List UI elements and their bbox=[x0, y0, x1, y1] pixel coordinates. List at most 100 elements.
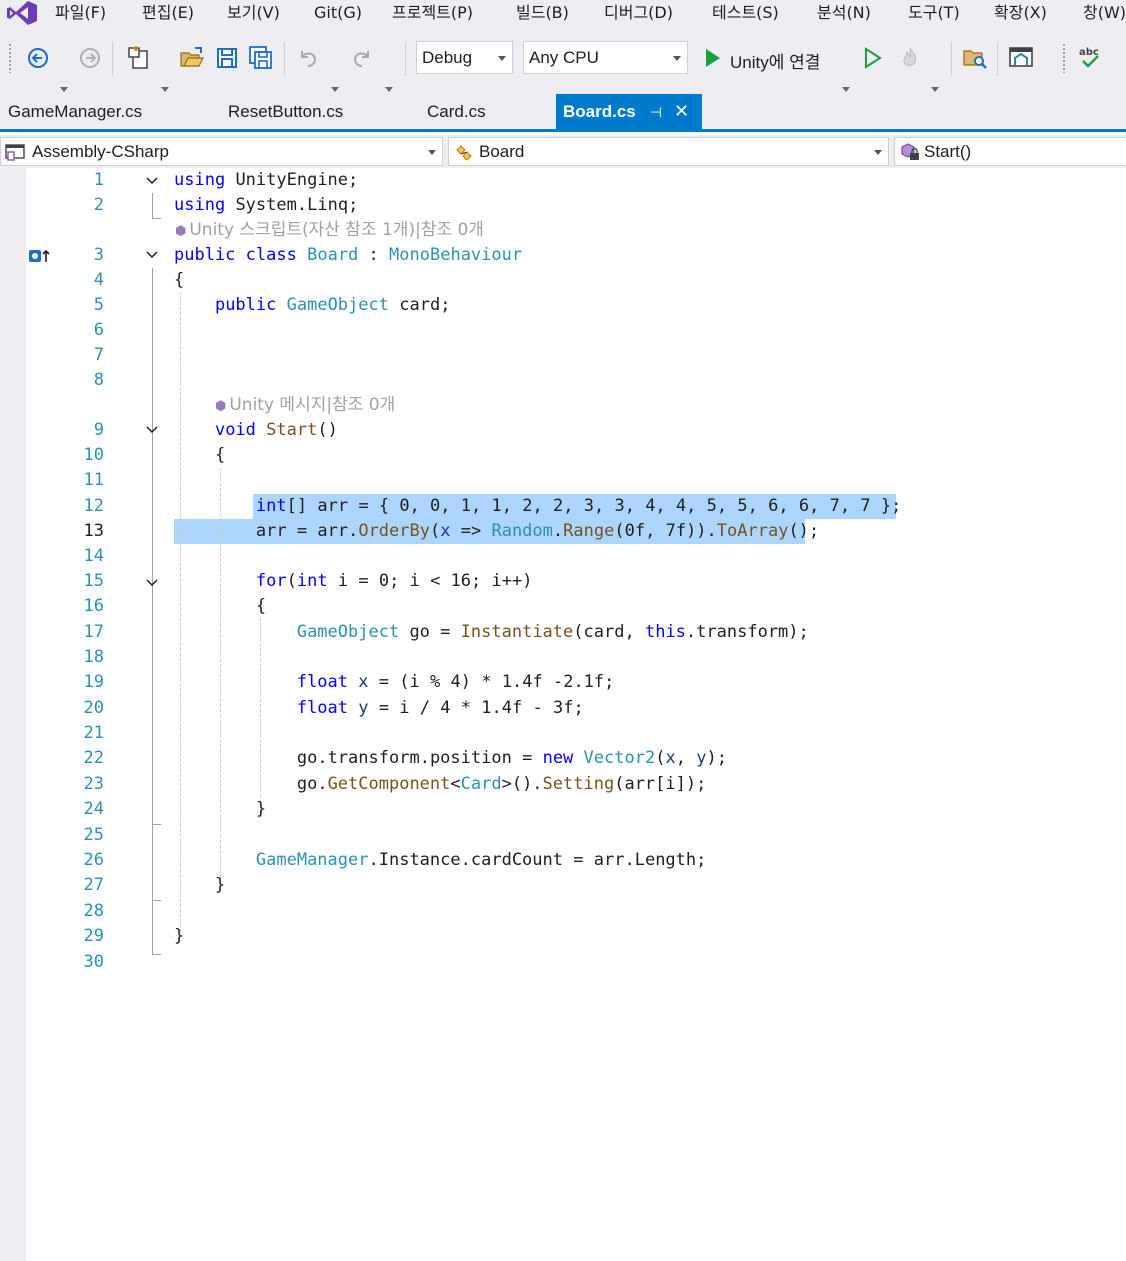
fold-end-mark bbox=[152, 218, 161, 219]
code-line[interactable]: public GameObject card; bbox=[174, 293, 450, 318]
chevron-down-icon bbox=[673, 56, 681, 61]
code-line[interactable]: float y = i / 4 * 1.4f - 3f; bbox=[174, 696, 584, 721]
menu-extensions[interactable]: 확장(X) bbox=[994, 3, 1047, 23]
save-all-icon[interactable] bbox=[247, 44, 275, 72]
unity-message-glyph-icon[interactable] bbox=[28, 248, 50, 264]
new-project-dropdown-icon[interactable] bbox=[161, 87, 169, 92]
toolbar-grip[interactable] bbox=[8, 43, 12, 73]
code-line[interactable]: public class Board : MonoBehaviour bbox=[174, 243, 522, 268]
menu-edit[interactable]: 편집(E) bbox=[142, 3, 194, 23]
menu-view[interactable]: 보기(V) bbox=[227, 3, 280, 23]
line-number: 2 bbox=[93, 195, 104, 215]
code-line[interactable]: arr = arr.OrderBy(x => Random.Range(0f, … bbox=[174, 519, 819, 544]
menu-tools[interactable]: 도구(T) bbox=[908, 3, 960, 23]
member-select[interactable]: Start() bbox=[894, 137, 1126, 166]
redo-icon[interactable] bbox=[348, 44, 376, 72]
start-without-debugging-icon[interactable] bbox=[858, 44, 886, 72]
menu-git[interactable]: Git(G) bbox=[314, 3, 362, 23]
solution-platform-select[interactable]: Any CPU bbox=[523, 41, 688, 74]
line-number: 5 bbox=[93, 295, 104, 315]
line-number: 7 bbox=[93, 345, 104, 365]
tab-label: Card.cs bbox=[427, 102, 486, 121]
hot-reload-icon[interactable] bbox=[896, 44, 924, 72]
code-editor[interactable]: ⬢ Unity 스크립트(자산 참조 1개)|참조 0개 ⬢ Unity 메시지|참… bbox=[0, 168, 1126, 1261]
code-line[interactable]: GameObject go = Instantiate(card, this.t… bbox=[174, 620, 809, 645]
code-line[interactable]: using System.Linq; bbox=[174, 193, 358, 218]
codelens-method[interactable]: ⬢ Unity 메시지|참조 0개 bbox=[215, 393, 395, 419]
code-line[interactable]: GameManager.Instance.cardCount = arr.Len… bbox=[174, 848, 707, 873]
standard-toolbar: Debug Any CPU Unity에 연결 abc bbox=[0, 30, 1126, 101]
fold-guide bbox=[152, 924, 153, 954]
menu-analyze[interactable]: 분석(N) bbox=[817, 3, 871, 23]
navigate-back-icon[interactable] bbox=[24, 44, 52, 72]
line-number: 10 bbox=[83, 445, 104, 465]
new-project-icon[interactable] bbox=[125, 44, 153, 72]
start-debugging-dropdown-icon[interactable] bbox=[842, 87, 850, 92]
window-layout-icon[interactable] bbox=[1007, 44, 1035, 72]
menu-test[interactable]: 테스트(S) bbox=[712, 3, 779, 23]
code-line[interactable]: float x = (i % 4) * 1.4f -2.1f; bbox=[174, 670, 615, 695]
open-file-icon[interactable] bbox=[178, 44, 206, 72]
type-select-value: Board bbox=[479, 142, 525, 161]
tab-gamemanager[interactable]: GameManager.cs bbox=[8, 94, 142, 129]
chevron-down-icon bbox=[498, 56, 506, 61]
pin-tab-icon[interactable]: ⊣ bbox=[650, 95, 662, 130]
find-in-files-icon[interactable] bbox=[961, 44, 989, 72]
menu-window[interactable]: 창(W) bbox=[1083, 3, 1126, 23]
toolbar-separator bbox=[284, 42, 285, 76]
line-number: 26 bbox=[83, 850, 104, 870]
code-line[interactable]: { bbox=[174, 594, 266, 619]
line-number: 29 bbox=[83, 926, 104, 946]
hot-reload-dropdown-icon[interactable] bbox=[931, 87, 939, 92]
code-line[interactable]: { bbox=[174, 443, 225, 468]
toolbar-grip[interactable] bbox=[1062, 43, 1066, 73]
code-line[interactable]: using UnityEngine; bbox=[174, 168, 358, 193]
code-line[interactable]: go.transform.position = new Vector2(x, y… bbox=[174, 746, 727, 771]
tab-board[interactable]: Board.cs ⊣ ✕ bbox=[556, 94, 702, 129]
collapse-chevron-icon[interactable] bbox=[146, 249, 158, 261]
undo-dropdown-icon[interactable] bbox=[331, 87, 339, 92]
menu-debug[interactable]: 디버그(D) bbox=[604, 3, 673, 23]
menu-project[interactable]: 프로젝트(P) bbox=[392, 3, 473, 23]
line-number: 9 bbox=[93, 420, 104, 440]
code-line[interactable]: for(int i = 0; i < 16; i++) bbox=[174, 569, 533, 594]
navigation-bar: Assembly-CSharp Board Start() bbox=[0, 135, 1126, 168]
redo-dropdown-icon[interactable] bbox=[385, 87, 393, 92]
codelens-class[interactable]: ⬢ Unity 스크립트(자산 참조 1개)|참조 0개 bbox=[175, 218, 484, 244]
code-line[interactable]: int[] arr = { 0, 0, 1, 1, 2, 2, 3, 3, 4,… bbox=[174, 494, 901, 519]
menu-build[interactable]: 빌드(B) bbox=[516, 3, 569, 23]
spell-check-icon[interactable]: abc bbox=[1076, 44, 1104, 72]
solution-configuration-select[interactable]: Debug bbox=[416, 41, 513, 74]
undo-icon[interactable] bbox=[294, 44, 322, 72]
glyph-margin[interactable] bbox=[0, 168, 26, 1261]
navigate-back-dropdown-icon[interactable] bbox=[60, 87, 68, 92]
menu-file[interactable]: 파일(F) bbox=[55, 3, 106, 23]
code-line[interactable]: } bbox=[174, 873, 225, 898]
start-debugging-button[interactable]: Unity에 연결 bbox=[730, 48, 820, 73]
type-select[interactable]: Board bbox=[448, 137, 889, 166]
tab-card[interactable]: Card.cs bbox=[427, 94, 486, 129]
fold-end-mark bbox=[152, 824, 161, 825]
visual-studio-logo-icon[interactable] bbox=[6, 0, 38, 26]
codelens-class-text: Unity 스크립트(자산 참조 1개)|참조 0개 bbox=[189, 220, 484, 240]
code-line[interactable]: } bbox=[174, 924, 184, 949]
line-number: 19 bbox=[83, 672, 104, 692]
line-number: 17 bbox=[83, 622, 104, 642]
line-number: 21 bbox=[83, 723, 104, 743]
collapse-chevron-icon[interactable] bbox=[146, 577, 158, 589]
start-debugging-icon[interactable] bbox=[698, 44, 726, 72]
collapse-chevron-icon[interactable] bbox=[146, 424, 158, 436]
unity-cube-icon: ⬢ bbox=[215, 399, 227, 414]
line-number: 1 bbox=[93, 170, 104, 190]
collapse-chevron-icon[interactable] bbox=[146, 175, 158, 187]
project-select[interactable]: Assembly-CSharp bbox=[0, 137, 443, 166]
close-tab-icon[interactable]: ✕ bbox=[674, 94, 689, 129]
navigate-forward-icon[interactable] bbox=[76, 44, 104, 72]
save-icon[interactable] bbox=[213, 44, 241, 72]
visual-studio-window: 파일(F) 편집(E) 보기(V) Git(G) 프로젝트(P) 빌드(B) 디… bbox=[0, 0, 1126, 1261]
code-line[interactable]: } bbox=[174, 797, 266, 822]
code-line[interactable]: { bbox=[174, 268, 184, 293]
code-line[interactable]: void Start() bbox=[174, 418, 338, 443]
tab-resetbutton[interactable]: ResetButton.cs bbox=[228, 94, 343, 129]
code-line[interactable]: go.GetComponent<Card>().Setting(arr[i]); bbox=[174, 772, 707, 797]
